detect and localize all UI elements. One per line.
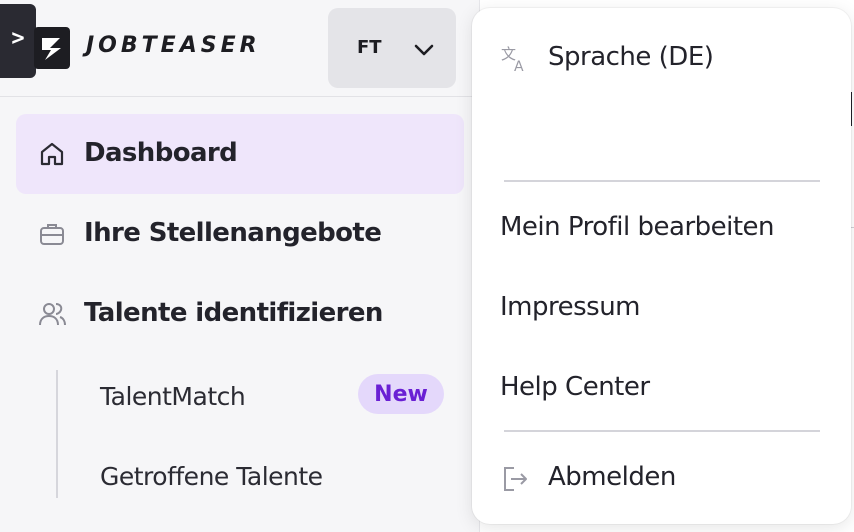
- sidebar: > JOBTEASER FT Dashboard Ihre Stellenang…: [0, 0, 480, 532]
- brand-logo-text: JOBTEASER: [86, 33, 261, 58]
- menu-item-help-center[interactable]: Help Center: [472, 360, 851, 416]
- account-menu-button[interactable]: FT: [328, 8, 456, 88]
- menu-item-label: Help Center: [500, 372, 650, 402]
- home-icon: [38, 140, 66, 168]
- sidebar-item-job-offers[interactable]: Ihre Stellenangebote: [16, 194, 464, 274]
- sidebar-item-label: Talente identifizieren: [84, 298, 383, 328]
- sidebar-item-dashboard[interactable]: Dashboard: [16, 114, 464, 194]
- menu-item-edit-profile[interactable]: Mein Profil bearbeiten: [472, 200, 851, 256]
- logout-icon: [500, 464, 530, 494]
- sidebar-item-identify-talents[interactable]: Talente identifizieren: [16, 274, 464, 354]
- chevron-right-icon: >: [11, 26, 25, 51]
- menu-item-label: Abmelden: [548, 462, 676, 492]
- menu-item-label: Mein Profil bearbeiten: [500, 212, 775, 242]
- app-window: > JOBTEASER FT Dashboard Ihre Stellenang…: [0, 0, 854, 532]
- menu-item-logout[interactable]: Abmelden: [472, 450, 851, 506]
- chevron-up-down-icon: [412, 38, 436, 66]
- translate-icon: 文 A: [500, 44, 530, 75]
- menu-item-imprint[interactable]: Impressum: [472, 280, 851, 336]
- jobteaser-logo-icon: [34, 27, 70, 69]
- submenu-guide-line: [56, 370, 58, 498]
- account-initials: FT: [357, 37, 382, 58]
- users-icon: [38, 300, 66, 328]
- new-badge: New: [358, 374, 444, 414]
- menu-item-label: Impressum: [500, 292, 641, 322]
- svg-text:A: A: [514, 59, 524, 74]
- sidebar-subitem-label: Getroffene Talente: [100, 462, 323, 491]
- briefcase-icon: [38, 220, 66, 248]
- sidebar-subitem-label: TalentMatch: [100, 382, 246, 411]
- menu-divider: [504, 430, 820, 432]
- account-dropdown-menu: 文 A Sprache (DE) Mein Profil bearbeiten …: [472, 8, 851, 524]
- sidebar-subitem-talentmatch[interactable]: TalentMatch New: [100, 370, 460, 430]
- sidebar-header: > JOBTEASER FT: [0, 0, 480, 97]
- collapse-sidebar-button[interactable]: >: [0, 4, 36, 78]
- sidebar-subitem-matched-talents[interactable]: Getroffene Talente: [100, 450, 460, 510]
- sidebar-item-label: Ihre Stellenangebote: [84, 218, 382, 248]
- menu-item-language[interactable]: 文 A Sprache (DE): [472, 30, 851, 86]
- sidebar-item-label: Dashboard: [84, 138, 238, 168]
- menu-divider: [504, 180, 820, 182]
- menu-item-label: Sprache (DE): [548, 42, 714, 72]
